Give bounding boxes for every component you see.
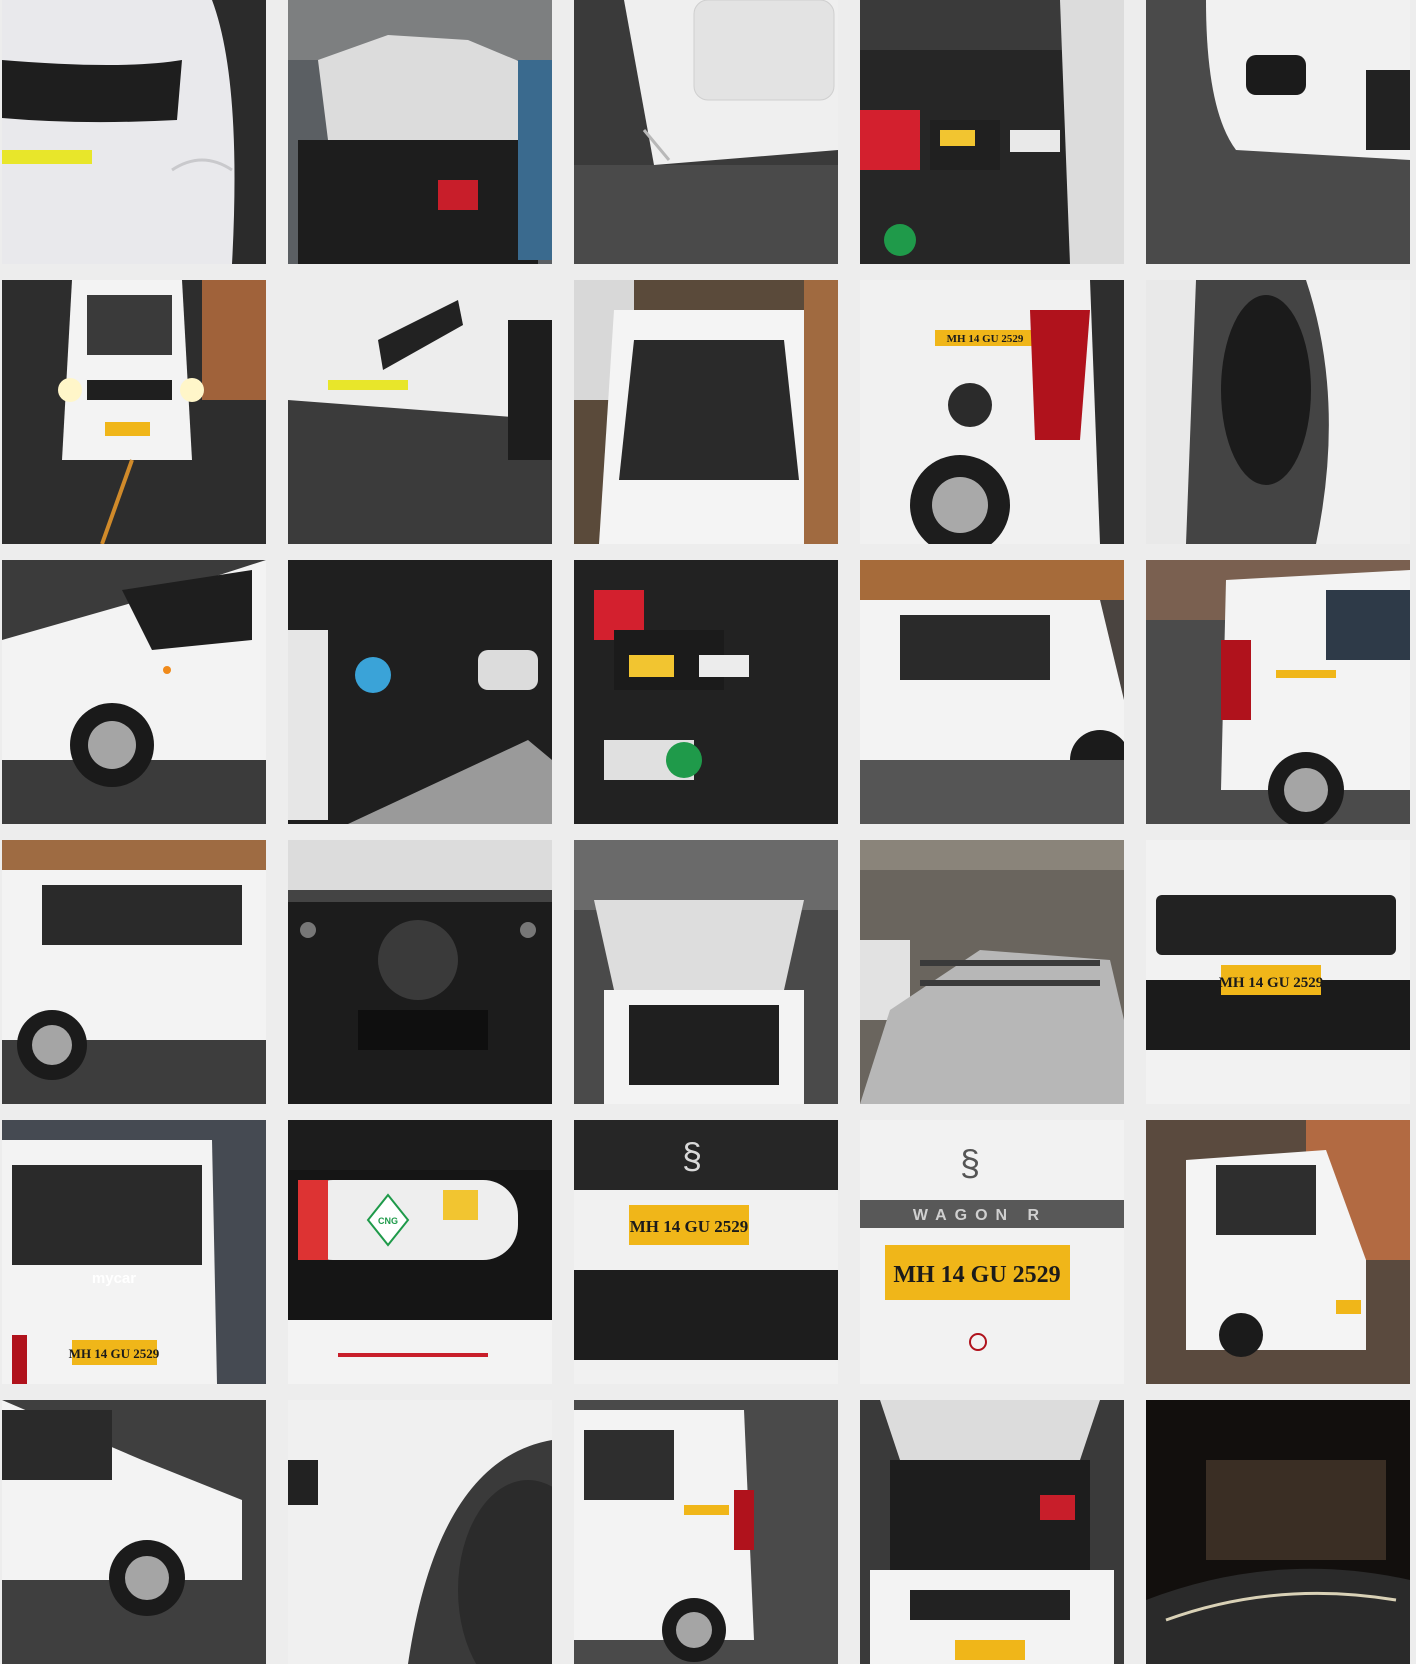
rear-quarter-right-image (574, 1400, 838, 1664)
front-three-quarter-image (1146, 1120, 1410, 1384)
photo-side-sill[interactable] (288, 280, 552, 544)
front-plate-closeup-image: § MH 14 GU 2529 (574, 1120, 838, 1384)
battery-closeup-image (574, 560, 838, 824)
photo-right-side-profile[interactable] (2, 840, 266, 1104)
front-grille-plate-image: MH 14 GU 2529 (1146, 840, 1410, 1104)
rear-plate-text: MH 14 GU 2529 (69, 1346, 160, 1361)
cng-cylinder-image: CNG (288, 1120, 552, 1384)
photo-front-grille-plate[interactable]: MH 14 GU 2529 (1146, 840, 1410, 1104)
left-front-low-image (2, 1400, 266, 1664)
photo-left-side-doors[interactable] (860, 560, 1124, 824)
photo-left-front-side[interactable] (2, 560, 266, 824)
front-headlights-image (2, 280, 266, 544)
cng-label: CNG (378, 1216, 398, 1226)
hood-open-image (288, 0, 552, 264)
wagonr-badge-image: § WAGON R MH 14 GU 2529 (860, 1120, 1124, 1384)
photo-left-front-low[interactable] (2, 1400, 266, 1664)
photo-rear-fuel-lid[interactable]: MH 14 GU 2529 (860, 280, 1124, 544)
engine-bay-front-image (860, 1400, 1124, 1664)
photo-front-plate-closeup[interactable]: § MH 14 GU 2529 (574, 1120, 838, 1384)
rear-door-dent-image (574, 0, 838, 264)
svg-text:§: § (682, 1135, 702, 1176)
side-panel-image (2, 0, 266, 264)
front-plate-text: MH 14 GU 2529 (1219, 975, 1324, 991)
front-bumper-corner-image (1146, 0, 1410, 264)
side-sill-image (288, 280, 552, 544)
photo-battery-closeup[interactable] (574, 560, 838, 824)
photo-spare-wheel-underside[interactable] (288, 840, 552, 1104)
underbody-image (1146, 1400, 1410, 1664)
photo-front-bumper-corner[interactable] (1146, 0, 1410, 264)
wagonr-plate-text: MH 14 GU 2529 (893, 1262, 1060, 1288)
roof-carrier-image (860, 840, 1124, 1104)
photo-tailgate-open[interactable] (574, 840, 838, 1104)
photo-engine-battery[interactable] (860, 0, 1124, 264)
photo-wheel-arch-closeup[interactable] (288, 1400, 552, 1664)
photo-front-headlights-on[interactable] (2, 280, 266, 544)
photo-windshield-top-view[interactable] (574, 280, 838, 544)
photo-roof-carrier[interactable] (860, 840, 1124, 1104)
tailgate-open-image (574, 840, 838, 1104)
closeup-plate-text: MH 14 GU 2529 (630, 1217, 749, 1236)
wagonr-lettering: WAGON R (913, 1207, 1047, 1224)
svg-text:§: § (960, 1142, 980, 1183)
plate-text: MH 14 GU 2529 (947, 333, 1024, 345)
photo-underbody[interactable] (1146, 1400, 1410, 1664)
photo-engine-bay-front[interactable] (860, 1400, 1124, 1664)
photo-cng-cylinder[interactable]: CNG (288, 1120, 552, 1384)
photo-rear-tyre[interactable] (1146, 280, 1410, 544)
rear-left-quarter-image (1146, 560, 1410, 824)
engine-reservoirs-image (288, 560, 552, 824)
photo-rear-quarter-right[interactable] (574, 1400, 838, 1664)
photo-rear-door-dent[interactable] (574, 0, 838, 264)
photo-hood-open[interactable] (288, 0, 552, 264)
windshield-image (574, 280, 838, 544)
photo-rear-view-mycar[interactable]: mycar MH 14 GU 2529 (2, 1120, 266, 1384)
photo-front-three-quarter[interactable] (1146, 1120, 1410, 1384)
engine-battery-image (860, 0, 1124, 264)
rear-tyre-image (1146, 280, 1410, 544)
photo-engine-reservoirs[interactable] (288, 560, 552, 824)
left-side-doors-image (860, 560, 1124, 824)
spare-wheel-image (288, 840, 552, 1104)
left-front-side-image (2, 560, 266, 824)
right-side-profile-image (2, 840, 266, 1104)
rear-fuel-lid-image: MH 14 GU 2529 (860, 280, 1124, 544)
photo-wagonr-badge-plate[interactable]: § WAGON R MH 14 GU 2529 (860, 1120, 1124, 1384)
mycar-sticker: mycar (92, 1270, 136, 1287)
rear-view-image: mycar MH 14 GU 2529 (2, 1120, 266, 1384)
wheel-arch-image (288, 1400, 552, 1664)
photo-gallery-grid: MH 14 GU 2529 MH 14 GU 2529 mycar MH 14 … (2, 0, 1410, 1664)
photo-rear-left-quarter[interactable] (1146, 560, 1410, 824)
photo-side-panel-scratch[interactable] (2, 0, 266, 264)
